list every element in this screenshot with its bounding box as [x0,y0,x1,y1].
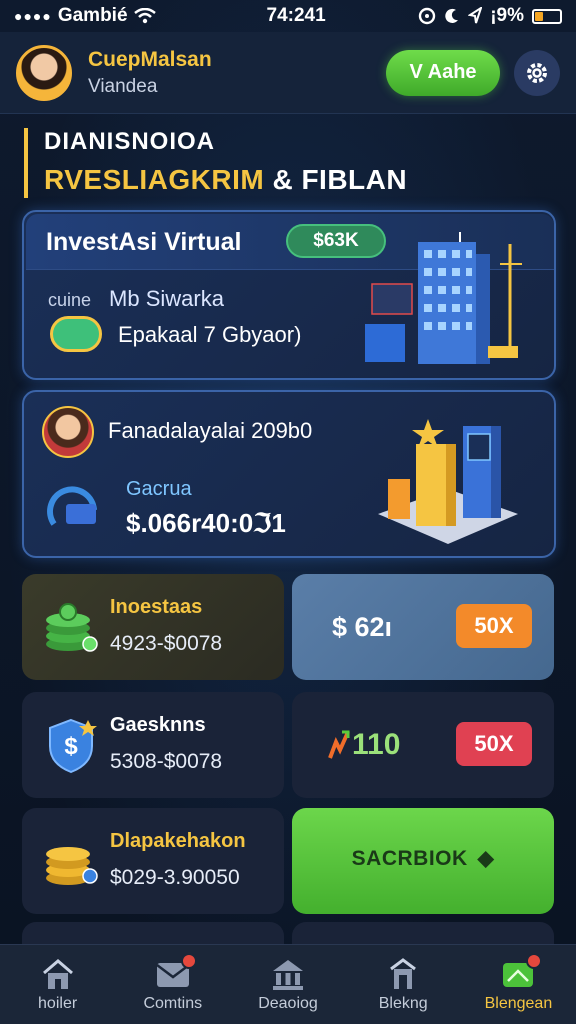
tile-title: Gaesknns [110,714,206,736]
title-line-2-white: & FIBLAN [272,164,408,195]
moon-icon [445,8,459,23]
mail-icon-wrap [155,952,197,991]
bank-icon [273,959,303,990]
cta-text: SACRBIOK [351,847,468,870]
tile-value: $029-3.90050 [110,866,240,889]
status-time: 74:241 [266,5,326,26]
wifi-icon [133,8,156,24]
investasi-name: Mb Siwarka [109,286,224,311]
investasi-small-label: cuine [48,290,92,310]
wallet-icon-wrap [500,952,543,991]
user-info: CuepMalsan Viandea [88,48,386,98]
advisor-avatar [42,406,94,458]
investasi-title: InvestAsi Virtual [46,228,242,256]
cta-label: SACRBIOK ◆ [292,846,554,871]
coin-stack-icon [46,847,98,885]
carrier-name: Gambié [57,5,128,26]
investasi-card[interactable]: InvestAsi Virtual $63K cuine Mb Siwarka … [22,210,556,380]
performance-label: Gacrua [126,478,192,500]
settings-button[interactable] [514,49,560,96]
battery-percent: ¡9% [490,5,524,26]
building-illustration-icon [365,232,522,364]
building-icon [390,957,417,989]
investasi-meta: cuine Mb Siwarka [48,286,224,312]
nav-label: Comtins [143,994,203,1012]
home-icon [42,958,73,989]
investasi-description: Epakaal 7 Gbyaor) [118,322,302,347]
status-bar: ●●●● Gambié 74:241 ¡9% [0,0,576,32]
notification-dot [526,952,543,969]
title-line-2-yellow: RVESLIAGKRIM [44,164,265,195]
cta-button[interactable]: SACRBIOK ◆ [292,808,554,914]
signal-icon: ●●●● [14,8,52,24]
nav-label: Blekng [378,994,428,1012]
multiplier-badge[interactable]: 50X [456,604,532,648]
cloud-icon [50,316,102,352]
growth-tile[interactable]: 110 50X [292,692,554,798]
nav-item-deposit[interactable]: Deaoiog [230,945,345,1024]
dlapakehakon-tile[interactable]: Dlapakehakon $029-3.90050 [22,808,284,914]
gauge-icon [47,486,97,526]
gaesknns-tile[interactable]: $ Gaesknns 5308-$0078 [22,692,284,798]
bottom-nav: hoiler Comtins Deaoiog Blekng Blengean [0,944,576,1024]
performance-card[interactable]: Fanadalayalai 209b0 Gacrua $.066r40:0ℑ1 [22,390,556,558]
svg-text:$: $ [64,733,78,760]
performance-value: $.066r40:0ℑ1 [126,508,286,538]
page-title: DIANISNOIOA RVESLIAGKRIM & FIBLAN [24,128,554,198]
location-icon [468,7,483,24]
app-header: CuepMalsan Viandea V Aahe [0,32,576,114]
title-line-2: RVESLIAGKRIM & FIBLAN [44,164,554,196]
nav-item-banking[interactable]: Blekng [346,945,461,1024]
nav-label: hoiler [38,994,78,1012]
nav-item-wallet[interactable]: Blengean [461,945,576,1024]
nav-item-messages[interactable]: Comtins [115,945,230,1024]
nav-item-home[interactable]: hoiler [0,945,115,1024]
tile-title: Dlapakehakon [110,830,246,852]
tile-value: 5308-$0078 [110,750,223,773]
trend-arrow-icon [328,730,350,759]
tile-value: 4923-$0078 [110,632,223,655]
tile-title: Inoestaas [110,596,203,618]
user-name: CuepMalsan [88,47,212,71]
shield-dollar-icon: $ [49,718,97,774]
diamond-icon: ◆ [477,847,495,870]
growth-value: 110 [352,728,401,761]
gear-icon [527,62,547,83]
amount-tile[interactable]: $ 62ı 50X [292,574,554,680]
nav-label: Deaoiog [258,994,318,1012]
performance-title: Fanadalayalai 209b0 [108,418,313,443]
title-line-1: DIANISNOIOA [44,128,216,155]
battery-icon [532,8,562,24]
header-action-button[interactable]: V Aahe [386,49,500,96]
alarm-icon [419,7,436,25]
notification-dot [180,952,197,969]
nav-label: Blengean [484,994,553,1012]
money-stack-icon [46,603,98,652]
investasi-tile[interactable]: Inoestaas 4923-$0078 [22,574,284,680]
user-subtitle: Viandea [88,75,158,97]
multiplier-badge[interactable]: 50X [456,722,532,766]
user-avatar[interactable] [16,44,72,101]
amount-value: $ 62ı [332,612,393,642]
bar-chart-illustration-icon [378,419,518,544]
